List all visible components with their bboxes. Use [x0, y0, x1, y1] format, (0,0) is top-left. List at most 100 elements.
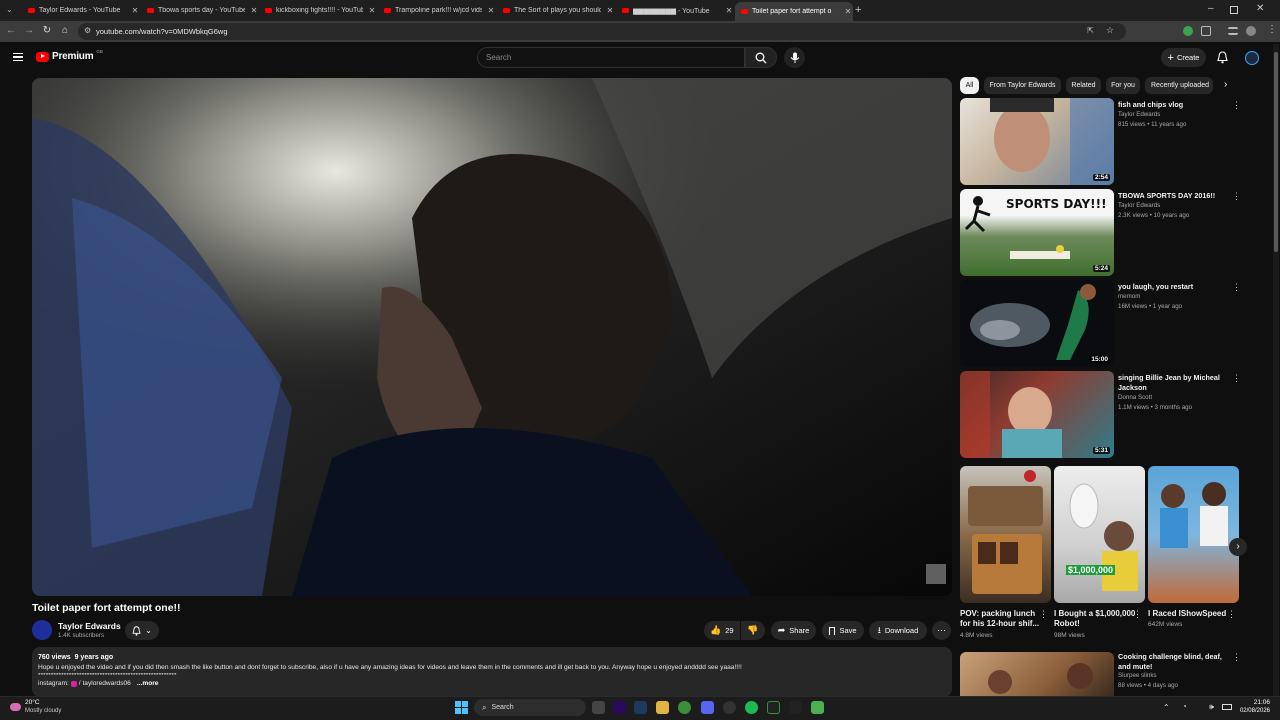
- tab-search-dropdown-icon[interactable]: ⌄: [6, 5, 13, 14]
- video-title[interactable]: fish and chips vlog: [1118, 100, 1226, 110]
- notifications-bell-icon[interactable]: [1217, 51, 1228, 69]
- video-thumbnail[interactable]: 5:31: [960, 371, 1114, 458]
- scrollbar-thumb[interactable]: [1274, 52, 1278, 252]
- short-thumbnail[interactable]: [1148, 466, 1239, 603]
- video-title[interactable]: Cooking challenge blind, deaf, and mute!: [1118, 652, 1226, 671]
- close-tab-icon[interactable]: ✕: [130, 6, 140, 15]
- install-app-icon[interactable]: ⇱: [1087, 26, 1094, 35]
- reading-list-icon[interactable]: [1228, 27, 1238, 35]
- site-info-icon[interactable]: ⚙: [84, 26, 91, 35]
- video-menu-icon[interactable]: ⋮: [1232, 100, 1241, 111]
- more-actions-button[interactable]: ⋯: [932, 621, 951, 640]
- account-avatar[interactable]: [1245, 51, 1259, 65]
- instagram-link[interactable]: / tayloredwards06: [79, 679, 131, 689]
- extensions-puzzle-icon[interactable]: [1201, 26, 1211, 36]
- chip-all[interactable]: All: [960, 77, 979, 94]
- video-menu-icon[interactable]: ⋮: [1232, 652, 1241, 663]
- short-menu-icon[interactable]: ⋮: [1227, 609, 1236, 620]
- shorts-next-button[interactable]: ›: [1229, 538, 1247, 556]
- video-channel[interactable]: Taylor Edwards: [1118, 111, 1160, 118]
- taskbar-search-box[interactable]: ⌕ Search: [474, 699, 586, 716]
- forward-icon[interactable]: →: [23, 24, 35, 38]
- description-box[interactable]: 760 views 9 years ago Hope u enjoyed the…: [32, 647, 952, 697]
- youtube-logo[interactable]: Premium GB: [36, 49, 103, 62]
- video-channel[interactable]: Taylor Edwards: [1118, 202, 1160, 209]
- premiere-app-icon[interactable]: [613, 701, 626, 714]
- weather-widget[interactable]: 20°C Mostly cloudy: [10, 699, 61, 715]
- channel-avatar[interactable]: [32, 620, 52, 640]
- channel-name[interactable]: Taylor Edwards: [58, 621, 121, 631]
- home-icon[interactable]: ⌂: [59, 24, 71, 38]
- video-thumbnail[interactable]: [960, 652, 1114, 696]
- hamburger-menu-icon[interactable]: [13, 53, 23, 61]
- subscribed-notification-button[interactable]: ⌄: [125, 621, 159, 640]
- download-button[interactable]: ⭳ Download: [869, 621, 927, 640]
- close-tab-icon[interactable]: ✕: [367, 6, 377, 15]
- windows-start-icon[interactable]: [455, 701, 468, 714]
- tray-overflow-icon[interactable]: ⌃: [1163, 703, 1170, 712]
- bookmark-star-icon[interactable]: ☆: [1106, 25, 1114, 36]
- voice-search-button[interactable]: [784, 47, 805, 68]
- video-menu-icon[interactable]: ⋮: [1232, 373, 1241, 384]
- discord-app-icon[interactable]: [701, 701, 714, 714]
- video-channel[interactable]: Donna Scott: [1118, 394, 1152, 401]
- task-view-icon[interactable]: [592, 701, 605, 714]
- video-player[interactable]: [32, 78, 952, 596]
- create-button[interactable]: + Create: [1161, 48, 1206, 67]
- profile-avatar-icon[interactable]: [1246, 26, 1256, 36]
- show-more-link[interactable]: ...more: [137, 679, 159, 689]
- video-thumbnail[interactable]: 15:00: [960, 280, 1114, 367]
- video-thumbnail[interactable]: SPORTS DAY!!! 5:24: [960, 189, 1114, 276]
- chip-for-you[interactable]: For you: [1106, 77, 1140, 94]
- short-title[interactable]: I Raced IShowSpeed: [1148, 609, 1230, 619]
- like-button[interactable]: 👍 29: [704, 621, 740, 640]
- clock[interactable]: 21:06 02/08/2026: [1236, 699, 1270, 715]
- browser-tab[interactable]: kickboxing fights!!!! - YouTube ✕: [259, 2, 377, 19]
- steam-app-icon[interactable]: [634, 701, 647, 714]
- short-menu-icon[interactable]: ⋮: [1133, 609, 1142, 620]
- close-tab-icon[interactable]: ✕: [843, 7, 853, 16]
- close-tab-icon[interactable]: ✕: [605, 6, 615, 15]
- battery-icon[interactable]: [1222, 704, 1232, 710]
- browser-menu-icon[interactable]: ⋮: [1267, 24, 1277, 35]
- back-icon[interactable]: ←: [5, 24, 17, 38]
- reload-icon[interactable]: ↻: [41, 24, 53, 38]
- video-channel[interactable]: Slurpee slinks: [1118, 672, 1157, 679]
- dislike-button[interactable]: 👎: [741, 621, 765, 640]
- new-tab-button[interactable]: +: [855, 4, 861, 16]
- terminal-app-icon[interactable]: [767, 701, 780, 714]
- capcut-app-icon[interactable]: [789, 701, 802, 714]
- video-title[interactable]: you laugh, you restart: [1118, 282, 1226, 292]
- short-title[interactable]: I Bought a $1,000,000 Robot!: [1054, 609, 1136, 629]
- settings-app-icon[interactable]: [723, 701, 736, 714]
- video-menu-icon[interactable]: ⋮: [1232, 282, 1241, 293]
- volume-icon[interactable]: 🕪: [1209, 702, 1214, 712]
- browser-tab[interactable]: The Sort of plays you should b ✕: [497, 2, 615, 19]
- chrome-app-icon[interactable]: [678, 701, 691, 714]
- video-thumbnail[interactable]: 2:54: [960, 98, 1114, 185]
- address-bar[interactable]: ⚙ youtube.com/watch?v=0MDWbkqG6wg ⇱ ☆: [78, 23, 1126, 40]
- browser-tab[interactable]: ▆▆▆▆▆▆▆▆ - YouTube ✕: [616, 2, 734, 19]
- extension-icon[interactable]: [1183, 26, 1193, 36]
- file-explorer-icon[interactable]: [656, 701, 669, 714]
- chip-from-channel[interactable]: From Taylor Edwards: [984, 77, 1061, 94]
- video-title[interactable]: singing Billie Jean by Micheal Jackson: [1118, 373, 1226, 392]
- spotify-app-icon[interactable]: [745, 701, 758, 714]
- video-menu-icon[interactable]: ⋮: [1232, 191, 1241, 202]
- save-button[interactable]: Save: [822, 621, 864, 640]
- wifi-icon[interactable]: ◔: [1182, 702, 1187, 711]
- short-thumbnail[interactable]: [960, 466, 1051, 603]
- close-tab-icon[interactable]: ✕: [486, 6, 496, 15]
- browser-tab[interactable]: Trampoline park!!! w/jcd vids ✕: [378, 2, 496, 19]
- browser-tab[interactable]: Taylor Edwards - YouTube ✕: [22, 2, 140, 19]
- chip-related[interactable]: Related: [1066, 77, 1101, 94]
- close-tab-icon[interactable]: ✕: [249, 6, 259, 15]
- close-window-icon[interactable]: ✕: [1256, 3, 1264, 14]
- search-button[interactable]: [745, 47, 777, 68]
- short-menu-icon[interactable]: ⋮: [1039, 609, 1048, 620]
- minecraft-app-icon[interactable]: [811, 701, 824, 714]
- video-channel[interactable]: memom: [1118, 293, 1140, 300]
- short-thumbnail[interactable]: $1,000,000: [1054, 466, 1145, 603]
- maximize-window-icon[interactable]: [1230, 6, 1238, 14]
- chevron-right-icon[interactable]: ›: [1224, 79, 1227, 90]
